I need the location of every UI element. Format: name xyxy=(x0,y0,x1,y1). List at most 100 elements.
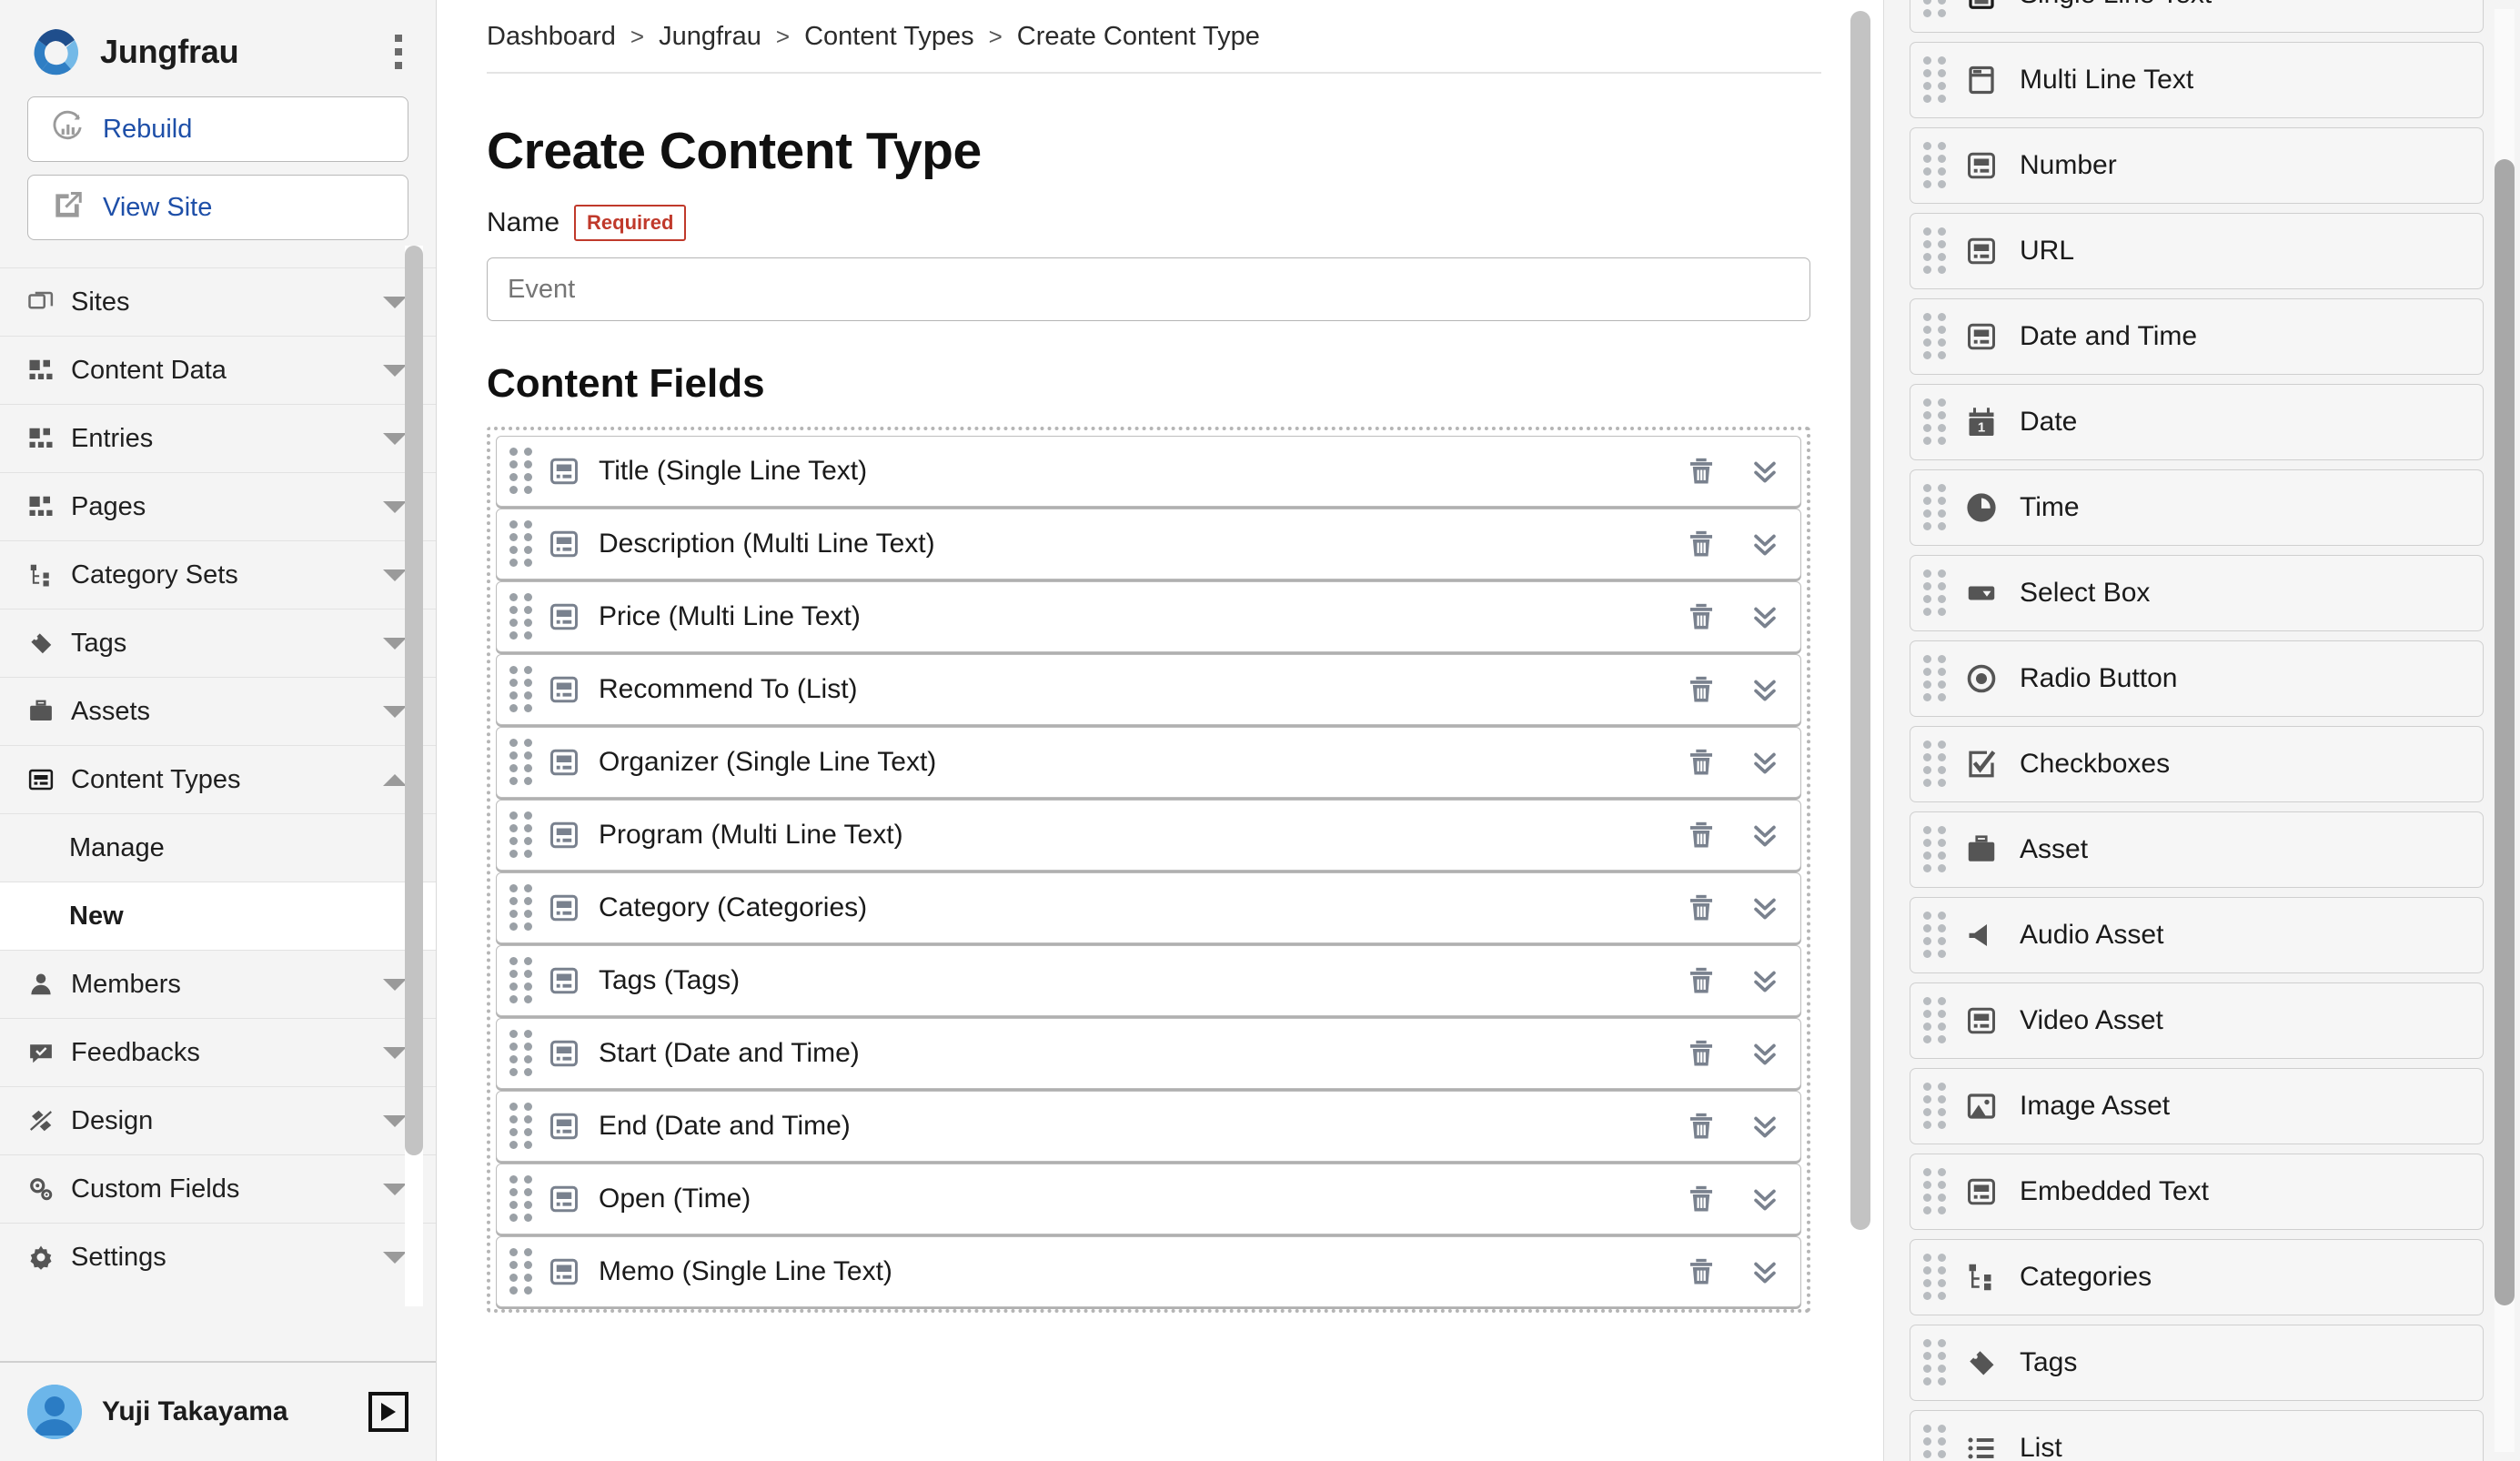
double-chevron-down-icon[interactable] xyxy=(1749,674,1780,705)
drag-handle-icon[interactable] xyxy=(1923,912,1950,959)
drag-handle-icon[interactable] xyxy=(1923,569,1950,617)
drag-handle-icon[interactable] xyxy=(1923,398,1950,446)
content-fields-dropzone[interactable]: Title (Single Line Text) Description (Mu… xyxy=(487,427,1810,1313)
sidebar-item-sites[interactable]: Sites xyxy=(0,267,436,336)
rebuild-button[interactable]: Rebuild xyxy=(27,96,408,162)
palette-item-audio-asset[interactable]: Audio Asset xyxy=(1910,897,2484,973)
double-chevron-down-icon[interactable] xyxy=(1749,1038,1780,1069)
palette-item-url[interactable]: URL xyxy=(1910,213,2484,289)
sidebar-item-feedbacks[interactable]: Feedbacks xyxy=(0,1018,436,1086)
palette-item-select-box[interactable]: Select Box xyxy=(1910,555,2484,631)
sidebar-item-custom-fields[interactable]: Custom Fields xyxy=(0,1154,436,1223)
double-chevron-down-icon[interactable] xyxy=(1749,456,1780,487)
drag-handle-icon[interactable] xyxy=(1923,484,1950,531)
sidebar-scrollbar[interactable] xyxy=(405,246,423,1306)
table-row[interactable]: Open (Time) xyxy=(496,1164,1801,1234)
drag-handle-icon[interactable] xyxy=(1923,1254,1950,1301)
table-row[interactable]: Title (Single Line Text) xyxy=(496,436,1801,507)
trash-icon[interactable] xyxy=(1686,674,1717,705)
double-chevron-down-icon[interactable] xyxy=(1749,529,1780,559)
drag-handle-icon[interactable] xyxy=(509,1030,537,1077)
table-row[interactable]: Category (Categories) xyxy=(496,872,1801,943)
palette-item-single-line-text[interactable]: Single Line Text xyxy=(1910,0,2484,33)
breadcrumb-item-jungfrau[interactable]: Jungfrau xyxy=(659,22,761,52)
palette-item-time[interactable]: Time xyxy=(1910,469,2484,546)
palette-item-video-asset[interactable]: Video Asset xyxy=(1910,982,2484,1059)
palette-item-date[interactable]: 1 Date xyxy=(1910,384,2484,460)
trash-icon[interactable] xyxy=(1686,965,1717,996)
breadcrumb-item-content-types[interactable]: Content Types xyxy=(804,22,973,52)
name-input[interactable] xyxy=(487,257,1810,321)
drag-handle-icon[interactable] xyxy=(509,957,537,1004)
drag-handle-icon[interactable] xyxy=(1923,826,1950,873)
palette-item-date-and-time[interactable]: Date and Time xyxy=(1910,298,2484,375)
palette-item-list[interactable]: List xyxy=(1910,1410,2484,1461)
drag-handle-icon[interactable] xyxy=(1923,1425,1950,1461)
palette-item-image-asset[interactable]: Image Asset xyxy=(1910,1068,2484,1144)
double-chevron-down-icon[interactable] xyxy=(1749,747,1780,778)
trash-icon[interactable] xyxy=(1686,1184,1717,1214)
trash-icon[interactable] xyxy=(1686,1038,1717,1069)
drag-handle-icon[interactable] xyxy=(509,1103,537,1150)
sidebar-item-manage[interactable]: Manage xyxy=(0,813,436,882)
sidebar-item-members[interactable]: Members xyxy=(0,950,436,1018)
table-row[interactable]: Memo (Single Line Text) xyxy=(496,1236,1801,1307)
table-row[interactable]: Recommend To (List) xyxy=(496,654,1801,725)
palette-item-asset[interactable]: Asset xyxy=(1910,811,2484,888)
palette-scrollbar-thumb[interactable] xyxy=(2495,159,2515,1305)
drag-handle-icon[interactable] xyxy=(1923,227,1950,275)
double-chevron-down-icon[interactable] xyxy=(1749,965,1780,996)
kebab-menu-icon[interactable] xyxy=(385,31,412,73)
palette-item-radio-button[interactable]: Radio Button xyxy=(1910,640,2484,717)
breadcrumb-item-dashboard[interactable]: Dashboard xyxy=(487,22,616,52)
drag-handle-icon[interactable] xyxy=(509,666,537,713)
drag-handle-icon[interactable] xyxy=(509,593,537,640)
drag-handle-icon[interactable] xyxy=(1923,0,1950,18)
palette-item-tags[interactable]: Tags xyxy=(1910,1325,2484,1401)
sidebar-item-content-types[interactable]: Content Types xyxy=(0,745,436,813)
palette-scrollbar[interactable] xyxy=(2495,9,2515,1452)
drag-handle-icon[interactable] xyxy=(1923,1168,1950,1215)
drag-handle-icon[interactable] xyxy=(1923,142,1950,189)
palette-item-multi-line-text[interactable]: Multi Line Text xyxy=(1910,42,2484,118)
table-row[interactable]: Description (Multi Line Text) xyxy=(496,509,1801,579)
sidebar-item-pages[interactable]: Pages xyxy=(0,472,436,540)
table-row[interactable]: Program (Multi Line Text) xyxy=(496,800,1801,871)
sidebar-scrollbar-thumb[interactable] xyxy=(405,246,423,1155)
drag-handle-icon[interactable] xyxy=(1923,1339,1950,1386)
table-row[interactable]: Tags (Tags) xyxy=(496,945,1801,1016)
drag-handle-icon[interactable] xyxy=(1923,655,1950,702)
double-chevron-down-icon[interactable] xyxy=(1749,601,1780,632)
trash-icon[interactable] xyxy=(1686,529,1717,559)
sidebar-user-footer[interactable]: Yuji Takayama xyxy=(0,1361,436,1461)
sidebar-item-tags[interactable]: Tags xyxy=(0,609,436,677)
palette-item-number[interactable]: Number xyxy=(1910,127,2484,204)
palette-item-checkboxes[interactable]: Checkboxes xyxy=(1910,726,2484,802)
main-scrollbar-thumb[interactable] xyxy=(1850,11,1870,1230)
drag-handle-icon[interactable] xyxy=(509,739,537,786)
trash-icon[interactable] xyxy=(1686,820,1717,851)
double-chevron-down-icon[interactable] xyxy=(1749,820,1780,851)
drag-handle-icon[interactable] xyxy=(1923,741,1950,788)
breadcrumb-item-create-content-type[interactable]: Create Content Type xyxy=(1017,22,1260,52)
play-icon[interactable] xyxy=(368,1392,408,1432)
drag-handle-icon[interactable] xyxy=(509,520,537,568)
double-chevron-down-icon[interactable] xyxy=(1749,1184,1780,1214)
drag-handle-icon[interactable] xyxy=(509,811,537,859)
drag-handle-icon[interactable] xyxy=(1923,997,1950,1044)
drag-handle-icon[interactable] xyxy=(1923,1083,1950,1130)
table-row[interactable]: Organizer (Single Line Text) xyxy=(496,727,1801,798)
sidebar-item-settings[interactable]: Settings xyxy=(0,1223,436,1291)
main-scrollbar[interactable] xyxy=(1850,7,1870,1454)
drag-handle-icon[interactable] xyxy=(509,1248,537,1295)
trash-icon[interactable] xyxy=(1686,601,1717,632)
trash-icon[interactable] xyxy=(1686,456,1717,487)
drag-handle-icon[interactable] xyxy=(509,884,537,932)
sidebar-item-content-data[interactable]: Content Data xyxy=(0,336,436,404)
trash-icon[interactable] xyxy=(1686,1256,1717,1287)
palette-item-categories[interactable]: Categories xyxy=(1910,1239,2484,1315)
sidebar-item-category-sets[interactable]: Category Sets xyxy=(0,540,436,609)
sidebar-item-assets[interactable]: Assets xyxy=(0,677,436,745)
drag-handle-icon[interactable] xyxy=(509,1175,537,1223)
sidebar-item-new[interactable]: New xyxy=(0,882,436,950)
